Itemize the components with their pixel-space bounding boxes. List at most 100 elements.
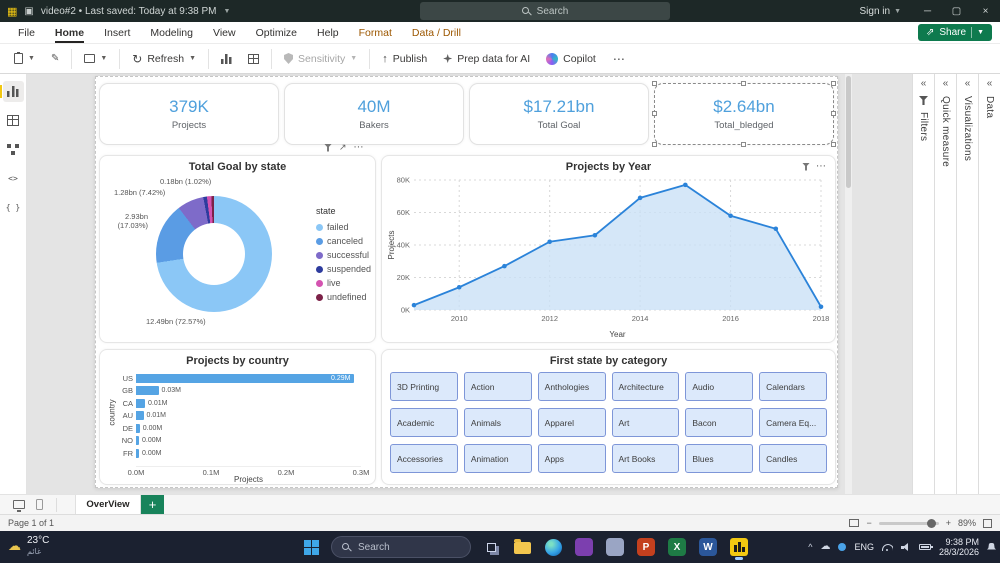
taskbar-word-button[interactable]: W xyxy=(695,534,721,560)
expand-pane-icon[interactable]: « xyxy=(987,79,993,89)
category-tile-architecture[interactable]: Architecture xyxy=(611,372,680,401)
menu-tab-help[interactable]: Help xyxy=(307,22,349,43)
bar[interactable] xyxy=(136,423,140,433)
wifi-icon[interactable] xyxy=(881,543,893,551)
bar-row-fr[interactable]: FR 0.00M xyxy=(123,447,361,460)
kpi-card-total-bledged[interactable]: $2.64bn Total_bledged xyxy=(652,81,836,147)
bar-row-no[interactable]: NO 0.00M xyxy=(122,435,361,448)
save-icon[interactable]: ▣ xyxy=(24,6,33,17)
notification-bell-icon[interactable] xyxy=(987,542,996,550)
refresh-button[interactable]: ↻ Refresh ▼ xyxy=(128,50,200,68)
donut-ring[interactable] xyxy=(156,196,272,312)
page-tab-overview[interactable]: OverView xyxy=(75,494,141,515)
expand-pane-icon[interactable]: « xyxy=(965,79,971,89)
bar[interactable] xyxy=(136,386,159,396)
legend-item-canceled[interactable]: canceled xyxy=(316,234,371,248)
pane-data[interactable]: « Data xyxy=(978,74,1000,494)
donut-chart-visual[interactable]: Total Goal by state 0.18bn (1.02%) 1.28b… xyxy=(99,155,376,343)
menu-tab-file[interactable]: File xyxy=(8,22,45,43)
selection-handle[interactable] xyxy=(741,142,746,147)
focus-mode-icon[interactable]: ↗ xyxy=(339,142,347,153)
category-tile-3d-printing[interactable]: 3D Printing xyxy=(390,372,458,401)
data-point-marker[interactable] xyxy=(818,304,824,310)
category-tile-art-books[interactable]: Art Books xyxy=(611,444,680,473)
pane-filters[interactable]: « Filters xyxy=(912,74,934,494)
category-tile-calendars[interactable]: Calendars xyxy=(759,372,827,401)
more-options-icon[interactable]: ⋯ xyxy=(816,161,826,172)
onedrive-cloud-icon[interactable]: ☁ xyxy=(820,542,830,552)
taskbar-power-bi-button[interactable] xyxy=(726,534,752,560)
data-point-marker[interactable] xyxy=(773,226,779,232)
kpi-card-total-goal[interactable]: $17.21bn Total Goal xyxy=(469,83,649,145)
bar[interactable] xyxy=(136,448,139,458)
legend-item-suspended[interactable]: suspended xyxy=(316,262,371,276)
category-tile-bacon[interactable]: Bacon xyxy=(685,408,754,437)
copilot-button[interactable]: Copilot xyxy=(542,50,600,68)
hidden-icons-chevron[interactable]: ^ xyxy=(808,542,812,552)
volume-icon[interactable] xyxy=(900,543,911,551)
expand-pane-icon[interactable]: « xyxy=(921,79,927,89)
bar-row-au[interactable]: AU 0.01M xyxy=(123,410,361,423)
bar-chart-visual[interactable]: Projects by country country US 0.29M GB 0.0… xyxy=(99,349,376,485)
selection-handle[interactable] xyxy=(652,142,657,147)
data-point-marker[interactable] xyxy=(411,302,417,308)
category-tile-art[interactable]: Art xyxy=(611,408,680,437)
zoom-slider[interactable] xyxy=(878,518,939,528)
paste-button[interactable]: ▼ xyxy=(10,50,39,67)
bar-row-gb[interactable]: GB 0.03M xyxy=(122,385,361,398)
pane-quick-measure[interactable]: « Quick measure xyxy=(934,74,956,494)
canvas-scrollbar[interactable] xyxy=(845,74,852,494)
taskbar-excel-button[interactable]: X xyxy=(664,534,690,560)
category-tile-blues[interactable]: Blues xyxy=(685,444,754,473)
pane-visualizations[interactable]: « Visualizations xyxy=(956,74,978,494)
category-tile-academic[interactable]: Academic xyxy=(390,408,458,437)
legend-item-undefined[interactable]: undefined xyxy=(316,290,371,304)
selection-handle[interactable] xyxy=(831,142,836,147)
data-point-marker[interactable] xyxy=(637,195,643,201)
taskbar-search-box[interactable]: Search xyxy=(331,536,471,558)
report-canvas[interactable]: 379K Projects 40M Bakers $17.21bn Total Goal $… xyxy=(27,74,912,494)
filter-funnel-icon[interactable] xyxy=(802,162,810,171)
model-view-button[interactable] xyxy=(3,139,24,160)
scrollbar-thumb[interactable] xyxy=(846,76,851,188)
data-point-marker[interactable] xyxy=(502,263,507,269)
zoom-in-button[interactable]: + xyxy=(946,518,951,528)
bar[interactable]: 0.29M xyxy=(136,373,354,383)
mobile-view-icon[interactable] xyxy=(36,499,43,510)
table-view-button[interactable] xyxy=(3,110,24,131)
taskbar-powerpoint-button[interactable]: P xyxy=(633,534,659,560)
desktop-view-icon[interactable] xyxy=(13,500,25,512)
bar-row-ca[interactable]: CA 0.01M xyxy=(123,397,361,410)
share-button[interactable]: ⇗ Share ▼ xyxy=(917,24,992,41)
zoom-slider-thumb[interactable] xyxy=(926,518,936,528)
expand-pane-icon[interactable]: « xyxy=(943,79,949,89)
kpi-card-bakers[interactable]: 40M Bakers xyxy=(284,83,464,145)
clock[interactable]: 9:38 PM 28/3/2026 xyxy=(939,537,979,558)
category-tile-accessories[interactable]: Accessories xyxy=(390,444,458,473)
menu-tab-format[interactable]: Format xyxy=(349,22,402,43)
sign-in-button[interactable]: Sign in ▼ xyxy=(847,6,913,17)
menu-tab-modeling[interactable]: Modeling xyxy=(140,22,203,43)
dax-query-view-button[interactable]: <> xyxy=(3,168,24,189)
data-point-marker[interactable] xyxy=(683,182,688,188)
maximize-button[interactable]: ▢ xyxy=(942,0,971,22)
tray-app-icon[interactable] xyxy=(838,543,847,551)
global-search-box[interactable]: Search xyxy=(420,2,670,20)
selection-handle[interactable] xyxy=(652,81,657,86)
bar[interactable] xyxy=(136,411,144,421)
language-indicator[interactable]: ENG xyxy=(854,542,874,552)
selection-handle[interactable] xyxy=(831,81,836,86)
category-buttons-visual[interactable]: First state by category 3D Printing Actio… xyxy=(381,349,836,485)
minimize-button[interactable]: ─ xyxy=(913,0,942,22)
selection-handle[interactable] xyxy=(741,81,746,86)
legend-item-successful[interactable]: successful xyxy=(316,248,371,262)
data-point-marker[interactable] xyxy=(728,213,733,219)
taskbar-task-view-button[interactable] xyxy=(478,534,504,560)
fit-to-page-icon[interactable] xyxy=(849,519,860,527)
menu-tab-optimize[interactable]: Optimize xyxy=(246,22,307,43)
legend-item-failed[interactable]: failed xyxy=(316,220,371,234)
category-tile-animals[interactable]: Animals xyxy=(463,408,532,437)
close-button[interactable]: × xyxy=(971,0,1000,22)
selection-handle[interactable] xyxy=(831,111,836,116)
taskbar-file-explorer-button[interactable] xyxy=(509,534,535,560)
